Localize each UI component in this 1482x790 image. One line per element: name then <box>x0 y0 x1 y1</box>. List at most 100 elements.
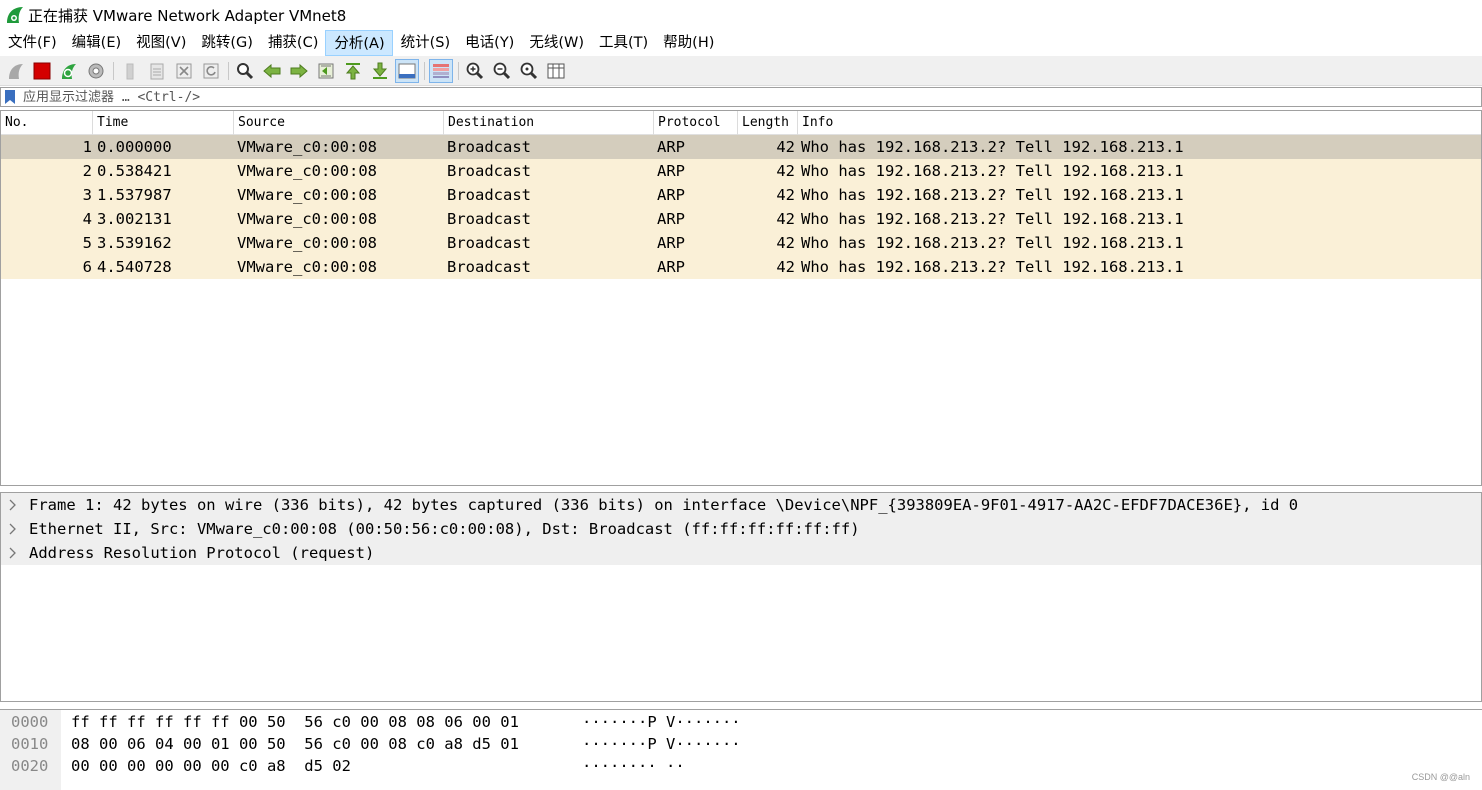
packet-protocol: ARP <box>657 258 685 276</box>
column-header-protocol[interactable]: Protocol <box>654 111 738 135</box>
capture-options-icon[interactable] <box>84 59 108 83</box>
packet-length: 42 <box>776 210 795 228</box>
packet-list-header: No. Time Source Destination Protocol Len… <box>1 111 1481 135</box>
packet-row[interactable]: 1 0.000000 VMware_c0:00:08 Broadcast ARP… <box>1 135 1481 159</box>
open-file-icon[interactable] <box>118 59 142 83</box>
packet-destination: Broadcast <box>447 210 531 228</box>
bytes-hex[interactable]: 00 00 00 00 00 00 c0 a8 d5 02 <box>71 755 351 777</box>
packet-info: Who has 192.168.213.2? Tell 192.168.213.… <box>801 234 1184 252</box>
close-file-icon[interactable] <box>172 59 196 83</box>
save-file-icon[interactable] <box>145 59 169 83</box>
column-header-no[interactable]: No. <box>1 111 93 135</box>
packet-row[interactable]: 3 1.537987 VMware_c0:00:08 Broadcast ARP… <box>1 183 1481 207</box>
go-to-packet-icon[interactable] <box>314 59 338 83</box>
chevron-right-icon[interactable] <box>8 545 18 561</box>
menu-tools[interactable]: 工具(T) <box>591 30 655 56</box>
packet-row[interactable]: 4 3.002131 VMware_c0:00:08 Broadcast ARP… <box>1 207 1481 231</box>
menu-help[interactable]: 帮助(H) <box>655 30 721 56</box>
packet-info: Who has 192.168.213.2? Tell 192.168.213.… <box>801 186 1184 204</box>
bookmark-icon[interactable] <box>4 89 16 105</box>
stop-capture-icon[interactable] <box>30 59 54 83</box>
packet-no: 2 <box>82 162 92 180</box>
packet-length: 42 <box>776 258 795 276</box>
packet-row[interactable]: 6 4.540728 VMware_c0:00:08 Broadcast ARP… <box>1 255 1481 279</box>
bytes-offset: 0010 <box>11 735 49 753</box>
packet-details-pane: Frame 1: 42 bytes on wire (336 bits), 42… <box>0 492 1482 702</box>
packet-length: 42 <box>776 186 795 204</box>
packet-info: Who has 192.168.213.2? Tell 192.168.213.… <box>801 138 1184 156</box>
packet-protocol: ARP <box>657 234 685 252</box>
menu-view[interactable]: 视图(V) <box>128 30 193 56</box>
find-packet-icon[interactable] <box>233 59 257 83</box>
go-forward-icon[interactable] <box>287 59 311 83</box>
zoom-in-icon[interactable] <box>463 59 487 83</box>
packet-no: 3 <box>82 186 92 204</box>
bytes-row[interactable]: 0020 00 00 00 00 00 00 c0 a8 d5 02 ·····… <box>0 755 1482 777</box>
menu-edit[interactable]: 编辑(E) <box>64 30 128 56</box>
auto-scroll-icon[interactable] <box>395 59 419 83</box>
packet-time: 3.002131 <box>97 210 172 228</box>
menu-capture[interactable]: 捕获(C) <box>260 30 325 56</box>
packet-destination: Broadcast <box>447 138 531 156</box>
packet-bytes-pane: 0000 ff ff ff ff ff ff 00 50 56 c0 00 08… <box>0 709 1482 790</box>
packet-length: 42 <box>776 162 795 180</box>
reload-file-icon[interactable] <box>199 59 223 83</box>
packet-no: 4 <box>82 210 92 228</box>
bytes-hex[interactable]: ff ff ff ff ff ff 00 50 56 c0 00 08 08 0… <box>71 711 519 733</box>
menu-go[interactable]: 跳转(G) <box>193 30 260 56</box>
column-header-time[interactable]: Time <box>93 111 234 135</box>
bytes-offset: 0000 <box>11 713 49 731</box>
packet-source: VMware_c0:00:08 <box>237 258 377 276</box>
column-header-source[interactable]: Source <box>234 111 444 135</box>
packet-destination: Broadcast <box>447 258 531 276</box>
go-back-icon[interactable] <box>260 59 284 83</box>
packet-protocol: ARP <box>657 186 685 204</box>
column-header-length[interactable]: Length <box>738 111 798 135</box>
colorize-icon[interactable] <box>429 59 453 83</box>
column-header-destination[interactable]: Destination <box>444 111 654 135</box>
packet-destination: Broadcast <box>447 162 531 180</box>
bytes-row[interactable]: 0010 08 00 06 04 00 01 00 50 56 c0 00 08… <box>0 733 1482 755</box>
packet-length: 42 <box>776 234 795 252</box>
bytes-hex[interactable]: 08 00 06 04 00 01 00 50 56 c0 00 08 c0 a… <box>71 733 519 755</box>
display-filter-bar <box>0 87 1482 107</box>
packet-no: 5 <box>82 234 92 252</box>
go-last-packet-icon[interactable] <box>368 59 392 83</box>
menu-file[interactable]: 文件(F) <box>0 30 64 56</box>
resize-columns-icon[interactable] <box>544 59 568 83</box>
detail-tree-item-ethernet[interactable]: Ethernet II, Src: VMware_c0:00:08 (00:50… <box>1 517 1481 541</box>
watermark-text: CSDN @@aln <box>1411 772 1470 782</box>
bytes-row[interactable]: 0000 ff ff ff ff ff ff 00 50 56 c0 00 08… <box>0 711 1482 733</box>
packet-row[interactable]: 2 0.538421 VMware_c0:00:08 Broadcast ARP… <box>1 159 1481 183</box>
detail-tree-item-frame[interactable]: Frame 1: 42 bytes on wire (336 bits), 42… <box>1 493 1481 517</box>
bytes-ascii[interactable]: ········ ·· <box>582 755 685 777</box>
start-capture-icon[interactable] <box>4 59 28 83</box>
packet-info: Who has 192.168.213.2? Tell 192.168.213.… <box>801 210 1184 228</box>
menu-bar: 文件(F) 编辑(E) 视图(V) 跳转(G) 捕获(C) 分析(A) 统计(S… <box>0 30 1482 56</box>
zoom-normal-icon[interactable] <box>517 59 541 83</box>
go-first-packet-icon[interactable] <box>341 59 365 83</box>
zoom-out-icon[interactable] <box>490 59 514 83</box>
bytes-offset: 0020 <box>11 757 49 775</box>
packet-no: 6 <box>82 258 92 276</box>
column-header-info[interactable]: Info <box>798 111 1481 135</box>
bytes-ascii[interactable]: ·······P V······· <box>582 711 741 733</box>
menu-wireless[interactable]: 无线(W) <box>521 30 591 56</box>
display-filter-input[interactable] <box>23 88 1463 106</box>
packet-source: VMware_c0:00:08 <box>237 138 377 156</box>
packet-list: No. Time Source Destination Protocol Len… <box>0 110 1482 486</box>
packet-source: VMware_c0:00:08 <box>237 210 377 228</box>
detail-tree-item-arp[interactable]: Address Resolution Protocol (request) <box>1 541 1481 565</box>
bytes-ascii[interactable]: ·······P V······· <box>582 733 741 755</box>
restart-capture-icon[interactable] <box>57 59 81 83</box>
packet-info: Who has 192.168.213.2? Tell 192.168.213.… <box>801 162 1184 180</box>
menu-telephony[interactable]: 电话(Y) <box>457 30 521 56</box>
chevron-right-icon[interactable] <box>8 521 18 537</box>
packet-source: VMware_c0:00:08 <box>237 234 377 252</box>
detail-text: Frame 1: 42 bytes on wire (336 bits), 42… <box>29 496 1299 514</box>
menu-statistics[interactable]: 统计(S) <box>393 30 458 56</box>
packet-row[interactable]: 5 3.539162 VMware_c0:00:08 Broadcast ARP… <box>1 231 1481 255</box>
main-toolbar <box>0 56 1482 86</box>
menu-analyze[interactable]: 分析(A) <box>325 30 393 56</box>
chevron-right-icon[interactable] <box>8 497 18 513</box>
